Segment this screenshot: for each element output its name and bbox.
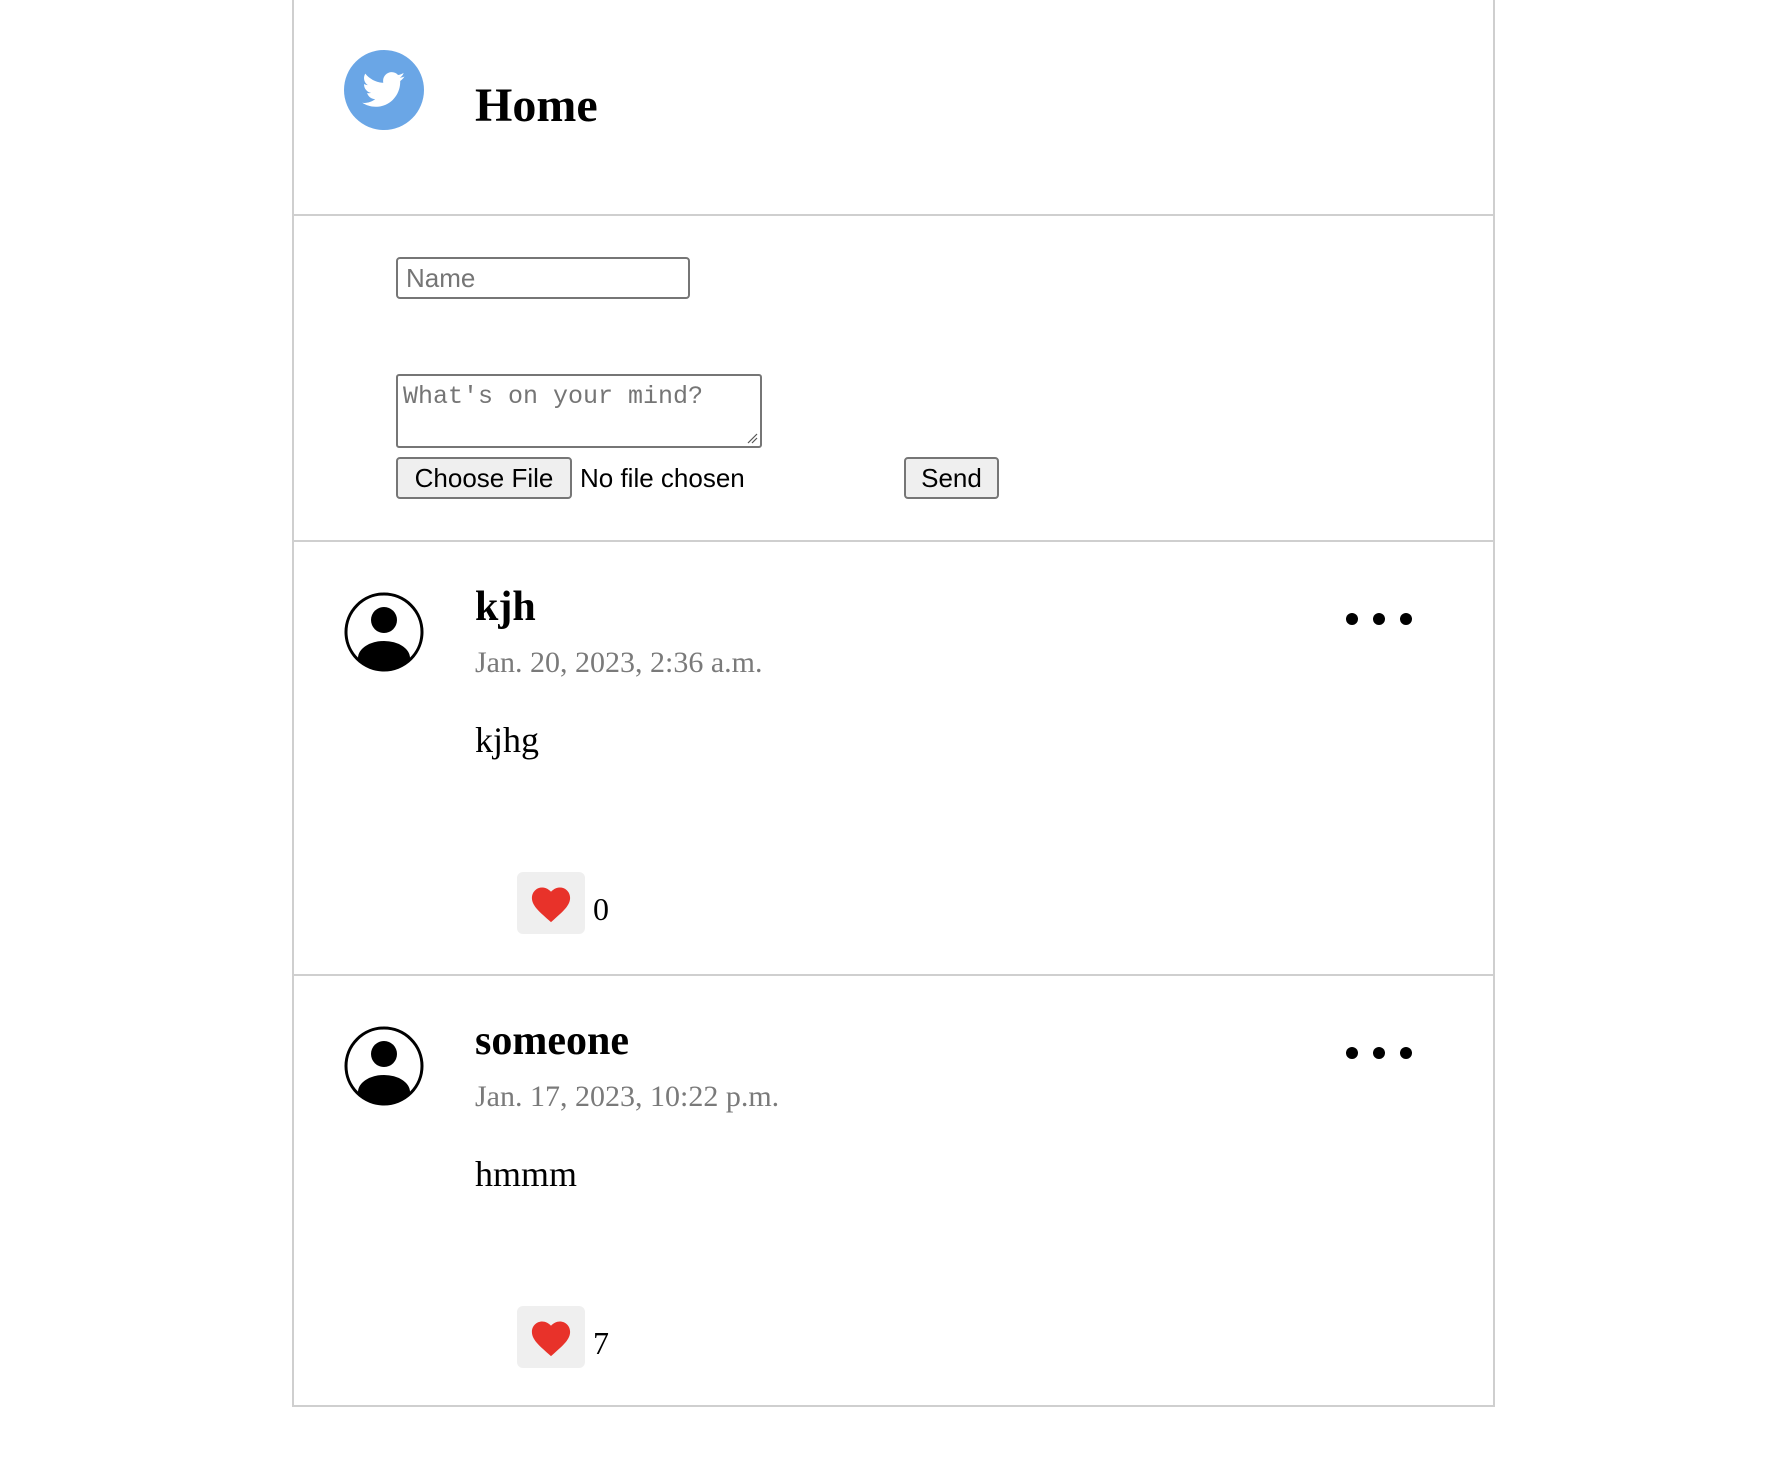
post-timestamp: Jan. 17, 2023, 10:22 p.m. [475,1080,780,1113]
more-options-button[interactable] [1346,1038,1412,1068]
twitter-logo-icon [344,50,424,130]
post-timestamp: Jan. 20, 2023, 2:36 a.m. [475,646,763,679]
heart-icon [531,887,571,923]
name-input[interactable] [396,257,690,299]
like-count: 7 [593,1325,609,1361]
header: Home [294,0,1493,216]
more-dot-icon [1346,1047,1358,1059]
post-textarea[interactable] [396,374,762,448]
post-author: someone [475,1018,629,1064]
heart-icon [531,1321,571,1357]
post-item: someone Jan. 17, 2023, 10:22 p.m. hmmm 7 [294,976,1493,1409]
more-dot-icon [1400,613,1412,625]
more-dot-icon [1346,613,1358,625]
post-content: hmmm [475,1154,578,1194]
like-button[interactable] [517,1306,585,1368]
file-status-label: No file chosen [580,463,745,493]
choose-file-button[interactable]: Choose File [396,457,572,499]
user-avatar-icon [344,592,424,672]
resize-grip-icon[interactable] [746,432,758,444]
like-button[interactable] [517,872,585,934]
page-title: Home [475,79,598,132]
more-dot-icon [1373,1047,1385,1059]
more-dot-icon [1373,613,1385,625]
user-avatar-icon [344,1026,424,1106]
send-button[interactable]: Send [904,457,999,499]
feed-container: Home Choose File No file chosen Send kjh… [292,0,1495,1407]
post-content: kjhg [475,720,540,760]
post-item: kjh Jan. 20, 2023, 2:36 a.m. kjhg 0 [294,542,1493,976]
more-options-button[interactable] [1346,604,1412,634]
tweet-composer: Choose File No file chosen Send [294,216,1493,542]
bird-icon [362,72,405,107]
post-author: kjh [475,584,536,630]
more-dot-icon [1400,1047,1412,1059]
like-count: 0 [593,891,609,927]
